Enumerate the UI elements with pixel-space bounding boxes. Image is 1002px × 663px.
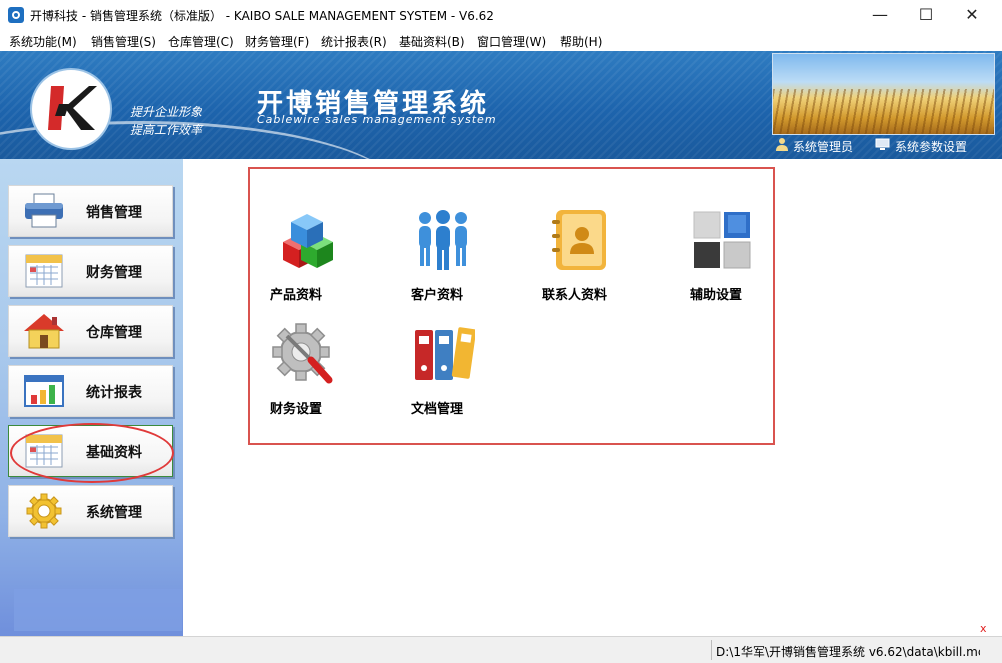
title-bar: 开博科技 - 销售管理系统（标准版） - KAIBO SALE MANAGEME… [0,0,1002,30]
tile-label: 产品资料 [270,288,323,303]
gear-icon [26,493,62,529]
database-path: D:\1华军\开博销售管理系统 v6.62\data\kbill.mc [716,645,980,659]
sidebar-item-label: 销售管理 [86,205,142,221]
slogan-line-2: 提高工作效率 [130,123,203,137]
house-icon [24,314,64,349]
sidebar-item-label: 系统管理 [86,505,142,521]
tile-label: 辅助设置 [690,288,743,303]
wheat-stalks [773,89,994,134]
sidebar-item-finance[interactable]: 财务管理 [8,245,173,297]
tile-customer-data[interactable]: 客户资料 [397,208,487,308]
printer-icon [25,193,63,228]
tile-product-data[interactable]: 产品资料 [257,208,347,308]
sidebar-item-label: 仓库管理 [86,325,142,341]
monitor-icon [875,138,890,150]
calendar-icon [25,434,63,468]
tile-label: 财务设置 [270,402,323,417]
tile-document-management[interactable]: 文档管理 [397,322,487,422]
tile-contact-data[interactable]: 联系人资料 [532,208,622,308]
header-banner: 提升企业形象 提高工作效率 开博销售管理系统 Cablewire sales m… [0,51,1002,159]
sidebar-item-warehouse[interactable]: 仓库管理 [8,305,173,357]
sidebar-item-system[interactable]: 系统管理 [8,485,173,537]
tile-label: 文档管理 [411,402,464,417]
sidebar-item-label: 基础资料 [86,445,142,461]
system-settings-link[interactable]: 系统参数设置 [895,138,967,155]
wheat-field-image [772,53,995,135]
admin-user-link[interactable]: 系统管理员 [793,138,853,155]
user-icon [776,138,788,151]
menu-system[interactable]: 系统功能(M) [9,33,77,50]
sidebar-item-label: 统计报表 [86,385,142,401]
sidebar-footer-panel [14,589,182,631]
menu-basic-data[interactable]: 基础资料(B) [399,33,465,50]
minimize-button[interactable]: — [857,0,903,30]
menu-bar: 系统功能(M) 销售管理(S) 仓库管理(C) 财务管理(F) 统计报表(R) … [0,30,1002,51]
menu-help[interactable]: 帮助(H) [560,33,602,50]
sidebar-item-basic-data[interactable]: 基础资料 [8,425,173,477]
app-icon [8,7,24,23]
status-divider [711,640,712,660]
menu-sales[interactable]: 销售管理(S) [91,33,156,50]
contact-book-icon [552,210,606,270]
menu-finance[interactable]: 财务管理(F) [245,33,309,50]
cubes-icon [283,214,333,268]
tile-finance-settings[interactable]: 财务设置 [257,322,347,422]
maximize-button[interactable]: ☐ [903,0,949,30]
window-title: 开博科技 - 销售管理系统（标准版） - KAIBO SALE MANAGEME… [30,9,494,23]
sidebar-item-sales[interactable]: 销售管理 [8,185,173,237]
status-bar: D:\1华军\开博销售管理系统 v6.62\data\kbill.mc [0,636,1002,663]
stray-close-mark[interactable]: x [980,622,987,635]
sidebar-item-reports[interactable]: 统计报表 [8,365,173,417]
tiles-icon [693,211,751,269]
slogan-line-1: 提升企业形象 [130,105,203,119]
menu-reports[interactable]: 统计报表(R) [321,33,387,50]
tile-auxiliary-settings[interactable]: 辅助设置 [676,208,766,308]
tile-label: 客户资料 [411,288,464,303]
kaibo-logo-icon [48,86,97,130]
close-button[interactable]: ✕ [949,0,995,30]
app-brand-subtitle: Cablewire sales management system [257,113,497,126]
calendar-icon [25,254,63,288]
sidebar-item-label: 财务管理 [86,265,142,281]
people-icon [419,210,467,270]
bar-chart-icon [24,375,64,407]
menu-window[interactable]: 窗口管理(W) [477,33,546,50]
menu-warehouse[interactable]: 仓库管理(C) [168,33,234,50]
gear-tool-icon [272,323,333,384]
tile-label: 联系人资料 [542,288,608,303]
binders-icon [415,327,475,380]
